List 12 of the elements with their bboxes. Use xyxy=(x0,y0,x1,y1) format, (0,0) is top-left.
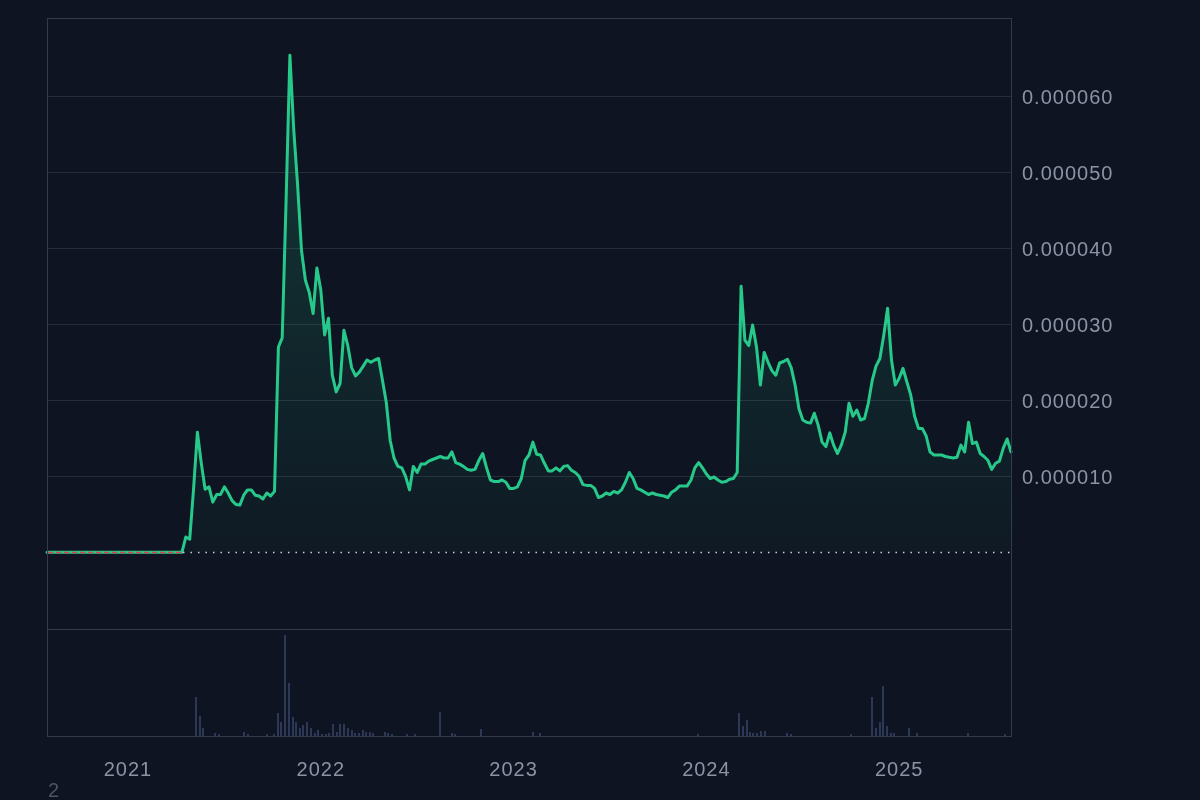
x-axis-label: 2025 xyxy=(874,758,924,780)
y-axis-label: 0.000060 xyxy=(1022,85,1114,108)
x-axis-label: 2023 xyxy=(489,758,538,780)
y-axis-label: 0.000020 xyxy=(1022,389,1114,412)
x-axis-label: 2021 xyxy=(103,758,153,780)
x-axis-label: 2024 xyxy=(682,758,731,780)
y-axis-label: 0.000010 xyxy=(1022,465,1114,488)
footer-label: 2 xyxy=(48,780,60,800)
y-axis-label: 0.000050 xyxy=(1022,161,1114,184)
y-axis-label: 0.000030 xyxy=(1022,313,1114,336)
x-axis-label: 2022 xyxy=(296,758,346,780)
y-axis-label: 0.000040 xyxy=(1022,237,1114,260)
